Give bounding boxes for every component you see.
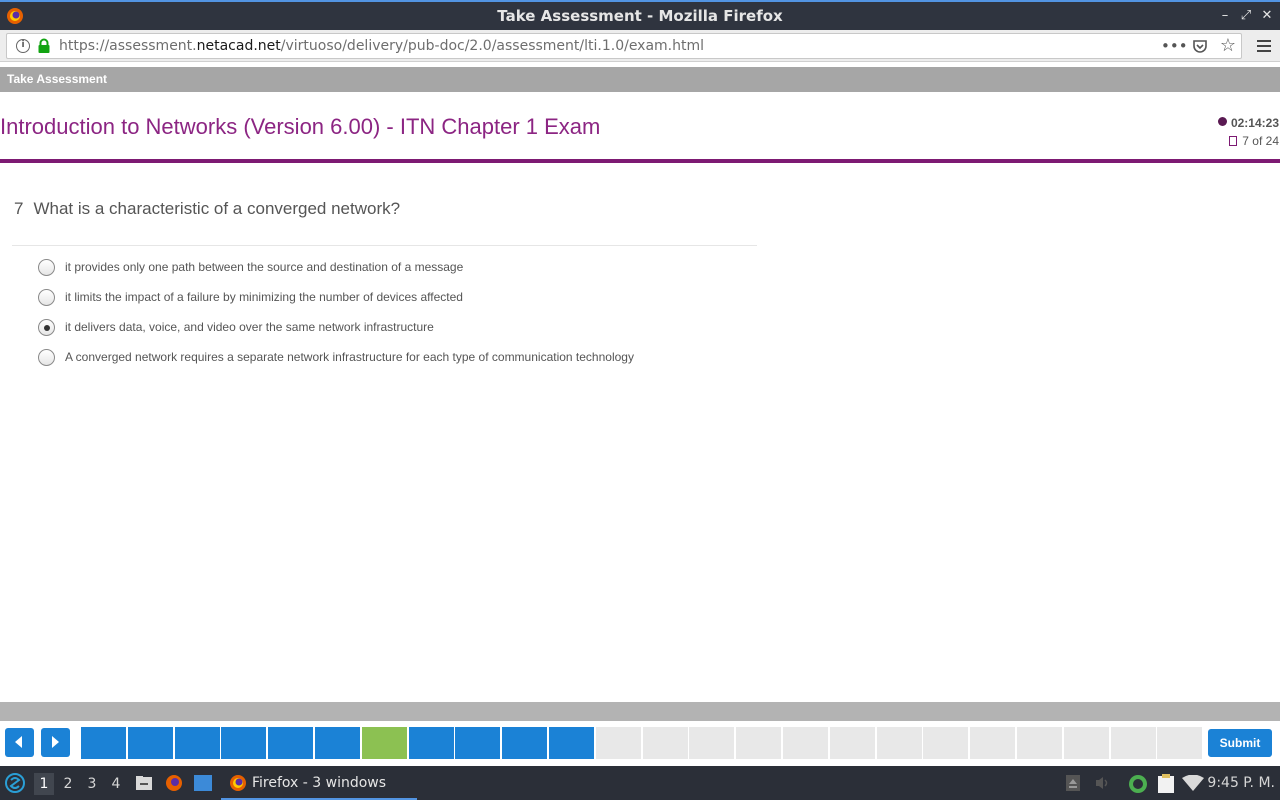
answer-label: A converged network requires a separate … bbox=[65, 350, 634, 364]
question-nav-box-9[interactable] bbox=[455, 727, 501, 759]
workspace-2[interactable]: 2 bbox=[58, 773, 78, 795]
eject-icon[interactable] bbox=[1066, 775, 1080, 791]
divider bbox=[12, 245, 757, 246]
window-titlebar: Take Assessment - Mozilla Firefox – ⤢ ✕ bbox=[0, 0, 1280, 30]
arrow-right-icon bbox=[52, 736, 59, 748]
exam-header: Introduction to Networks (Version 6.00) … bbox=[0, 92, 1280, 163]
answer-radio[interactable] bbox=[38, 289, 55, 306]
network-status-icon[interactable] bbox=[1128, 774, 1148, 794]
page-icon bbox=[1229, 136, 1238, 146]
answer-label: it delivers data, voice, and video over … bbox=[65, 320, 434, 334]
workspace-3[interactable]: 3 bbox=[82, 773, 102, 795]
question-nav-box-11[interactable] bbox=[549, 727, 594, 759]
close-icon[interactable]: ✕ bbox=[1258, 6, 1276, 26]
question-nav-box-18[interactable] bbox=[876, 727, 922, 759]
answer-radio[interactable] bbox=[38, 349, 55, 366]
question-nav-box-22[interactable] bbox=[1063, 727, 1109, 759]
question-nav-box-19[interactable] bbox=[923, 727, 969, 759]
file-manager-icon[interactable] bbox=[135, 774, 153, 792]
question-nav-box-16[interactable] bbox=[783, 727, 828, 759]
taskbar-firefox-task[interactable]: Firefox - 3 windows bbox=[221, 766, 417, 800]
browser-toolbar: i https://assessment.netacad.net/virtuos… bbox=[0, 30, 1280, 62]
volume-icon[interactable] bbox=[1094, 775, 1110, 791]
workspace-4[interactable]: 4 bbox=[106, 773, 126, 795]
question-nav-box-2[interactable] bbox=[127, 727, 173, 759]
question-nav-box-17[interactable] bbox=[829, 727, 875, 759]
question-nav-box-20[interactable] bbox=[970, 727, 1016, 759]
question-nav-box-7[interactable] bbox=[361, 727, 407, 759]
firefox-icon bbox=[230, 775, 246, 791]
question-nav-box-1[interactable] bbox=[81, 727, 126, 759]
next-question-button[interactable] bbox=[41, 728, 70, 757]
url-bar[interactable]: i https://assessment.netacad.net/virtuos… bbox=[6, 33, 1242, 59]
question-nav-box-24[interactable] bbox=[1157, 727, 1203, 759]
question-text: 7 What is a characteristic of a converged… bbox=[14, 199, 401, 218]
firefox-launcher-icon[interactable] bbox=[165, 774, 183, 792]
window-title: Take Assessment - Mozilla Firefox bbox=[497, 7, 783, 25]
question-nav-box-13[interactable] bbox=[642, 727, 688, 759]
exam-title: Introduction to Networks (Version 6.00) … bbox=[0, 114, 601, 139]
assessment-header-bar: Take Assessment bbox=[0, 67, 1280, 92]
start-menu-icon[interactable] bbox=[5, 773, 25, 793]
question-nav-box-4[interactable] bbox=[221, 727, 267, 759]
clipboard-icon[interactable] bbox=[1157, 773, 1175, 793]
minimize-icon[interactable]: – bbox=[1216, 6, 1234, 26]
question-nav-box-23[interactable] bbox=[1110, 727, 1156, 759]
question-nav-box-15[interactable] bbox=[736, 727, 782, 759]
question-nav-box-6[interactable] bbox=[315, 727, 360, 759]
question-navigation: Submit bbox=[0, 721, 1280, 766]
exam-timer: 02:14:23 bbox=[1217, 116, 1279, 130]
answer-radio[interactable] bbox=[38, 259, 55, 276]
pocket-icon[interactable] bbox=[1190, 37, 1210, 55]
question-progress: 7 of 24 bbox=[1229, 134, 1279, 148]
question-nav-box-10[interactable] bbox=[502, 727, 548, 759]
answer-label: it provides only one path between the so… bbox=[65, 260, 464, 274]
answer-label: it limits the impact of a failure by min… bbox=[65, 290, 463, 304]
maximize-icon[interactable]: ⤢ bbox=[1237, 6, 1255, 26]
bookmark-star-icon[interactable]: ☆ bbox=[1218, 37, 1238, 55]
question-number: 7 bbox=[14, 199, 24, 218]
arrow-left-icon bbox=[15, 736, 22, 748]
hamburger-menu-icon[interactable] bbox=[1256, 37, 1272, 55]
desktop-icon[interactable] bbox=[193, 774, 213, 792]
question-nav-box-8[interactable] bbox=[408, 727, 454, 759]
submit-button[interactable]: Submit bbox=[1208, 729, 1272, 757]
question-nav-box-14[interactable] bbox=[689, 727, 735, 759]
question-nav-box-5[interactable] bbox=[268, 727, 314, 759]
clock-icon bbox=[1217, 117, 1227, 126]
answer-radio[interactable] bbox=[38, 319, 55, 336]
question-nav-box-21[interactable] bbox=[1017, 727, 1062, 759]
system-clock[interactable]: 9:45 P. M. bbox=[1207, 775, 1275, 791]
navigation-separator bbox=[0, 702, 1280, 721]
previous-question-button[interactable] bbox=[5, 728, 34, 757]
lock-icon[interactable] bbox=[37, 38, 51, 54]
more-actions-icon[interactable]: ••• bbox=[1161, 37, 1188, 55]
question-nav-box-3[interactable] bbox=[174, 727, 220, 759]
taskbar-task-label: Firefox - 3 windows bbox=[252, 775, 387, 791]
wifi-icon[interactable] bbox=[1182, 775, 1204, 791]
assessment-header-label: Take Assessment bbox=[7, 72, 108, 86]
info-icon[interactable]: i bbox=[16, 39, 30, 53]
system-taskbar: 1 2 3 4 Firefox - 3 windows 9:45 P. M. bbox=[0, 766, 1280, 800]
question-nav-box-12[interactable] bbox=[595, 727, 641, 759]
workspace-1[interactable]: 1 bbox=[34, 773, 54, 795]
url-text[interactable]: https://assessment.netacad.net/virtuoso/… bbox=[59, 38, 704, 54]
